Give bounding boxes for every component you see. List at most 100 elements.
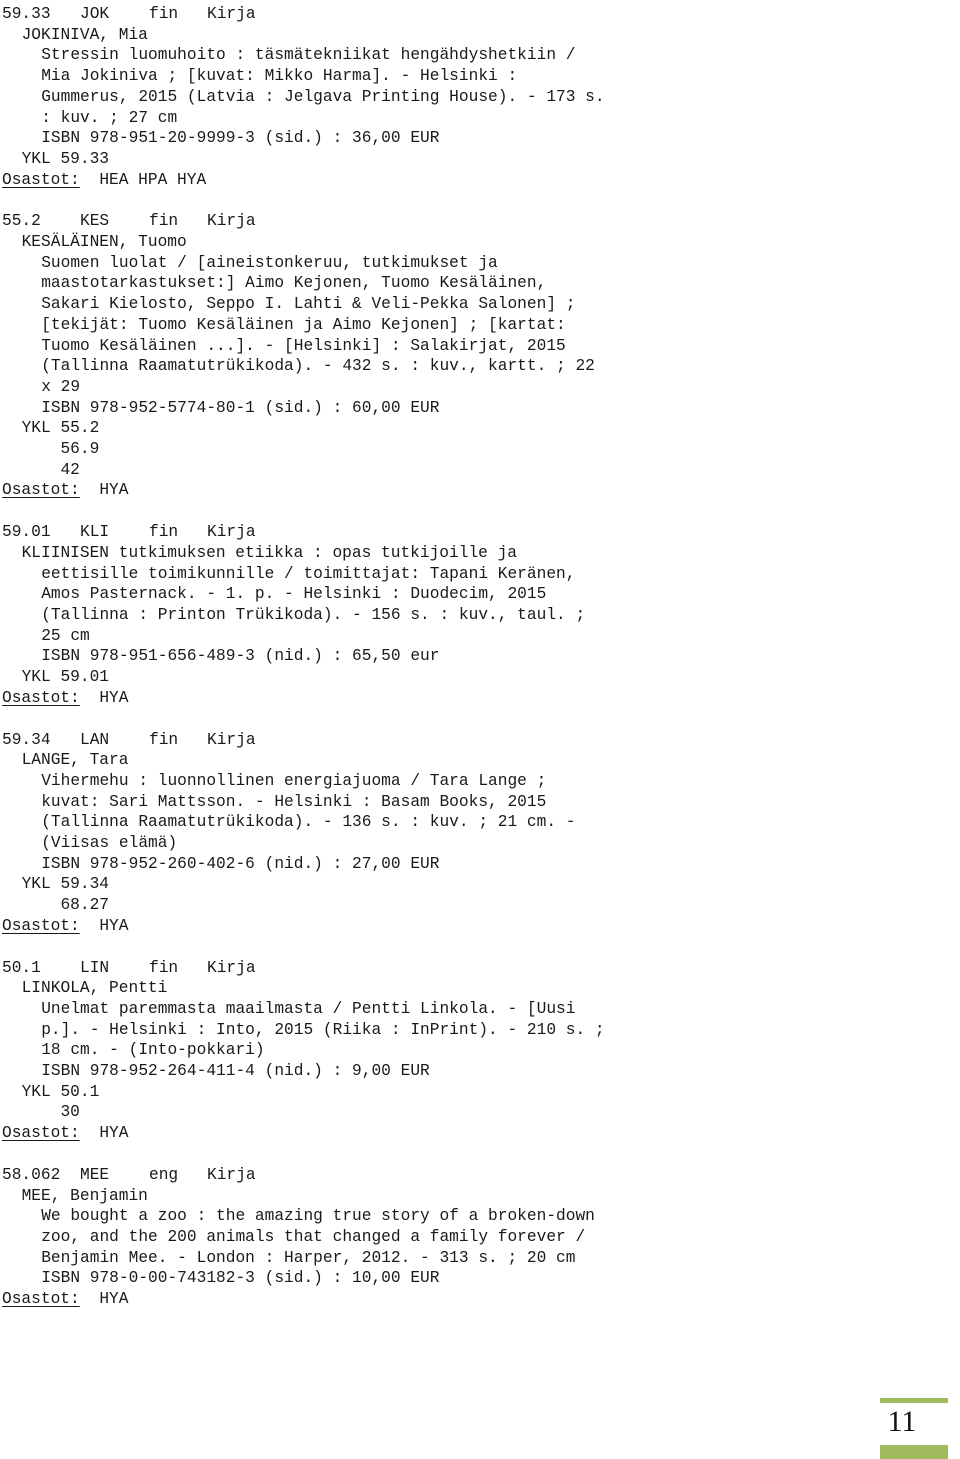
record-classification: 59.01	[2, 523, 51, 542]
record-cutter: MEE	[80, 1165, 110, 1184]
record-language: fin	[149, 5, 179, 23]
record-author: KLIINISEN tutkimuksen etiikka : opas tut…	[21, 543, 518, 562]
departments-values: HYA	[99, 1290, 129, 1309]
record-description-line: Vihermehu : luonnollinen energiajuoma / …	[41, 771, 547, 790]
departments-label: Osastot:	[2, 688, 80, 707]
departments-values: HYA	[99, 481, 129, 500]
record-language: eng	[149, 1165, 179, 1184]
record-description-line: Mia Jokiniva ; [kuvat: Mikko Harma]. - H…	[41, 67, 518, 86]
page-footer: 11	[856, 1389, 948, 1459]
departments-values: HYA	[99, 916, 129, 935]
record-ykl-line: 68.27	[21, 896, 110, 915]
footer-rule-top-bar	[880, 1398, 948, 1403]
record-header: 59.01 KLI fin Kirja	[2, 522, 960, 543]
departments-label: Osastot:	[2, 481, 80, 500]
record-description-line: (Tallinna Raamatutrükikoda). - 136 s. : …	[41, 813, 576, 832]
record-description-line: zoo, and the 200 animals that changed a …	[41, 1227, 586, 1246]
page-number: 11	[887, 1405, 917, 1438]
catalogue-record: 55.2 KES fin Kirja KESÄLÄINEN, Tuomo Suomen l…	[2, 211, 960, 501]
record-cutter: JOK	[80, 5, 110, 23]
record-material-type: Kirja	[207, 523, 256, 542]
record-language: fin	[149, 730, 179, 749]
record-author: MEE, Benjamin	[21, 1186, 148, 1205]
record-description-line: kuvat: Sari Mattsson. - Helsinki : Basam…	[41, 792, 547, 811]
catalogue-record: 50.1 LIN fin Kirja LINKOLA, Pentti Unelmat pa…	[2, 958, 960, 1144]
record-material-type: Kirja	[207, 5, 256, 23]
record-material-type: Kirja	[207, 730, 256, 749]
departments-label: Osastot:	[2, 170, 80, 189]
record-cutter: LAN	[80, 730, 110, 749]
record-description-line: [tekijät: Tuomo Kesäläinen ja Aimo Kejon…	[41, 315, 566, 334]
record-description-line: : kuv. ; 27 cm	[41, 108, 178, 127]
record-classification: 58.062	[2, 1165, 61, 1184]
record-cutter: KLI	[80, 523, 110, 542]
record-description-line: x 29	[41, 377, 81, 396]
departments-values: HYA	[99, 1124, 129, 1143]
departments-values: HYA	[99, 688, 129, 707]
catalogue-record: 59.01 KLI fin Kirja KLIINISEN tutkimuksen et…	[2, 522, 960, 708]
record-departments: Osastot: HYA	[2, 1289, 960, 1310]
record-description-line: ISBN 978-952-260-402-6 (nid.) : 27,00 EU…	[41, 854, 440, 873]
departments-label: Osastot:	[2, 1124, 80, 1143]
record-description-line: (Tallinna : Printon Trükikoda). - 156 s.…	[41, 605, 586, 624]
record-material-type: Kirja	[207, 958, 256, 977]
record-ykl-line: 30	[21, 1103, 80, 1122]
record-description-line: ISBN 978-0-00-743182-3 (sid.) : 10,00 EU…	[41, 1269, 440, 1288]
record-author: JOKINIVA, Mia	[21, 25, 148, 44]
catalogue-record: 58.062 MEE eng Kirja MEE, Benjamin We bought …	[2, 1165, 960, 1310]
record-language: fin	[149, 212, 179, 231]
page: 59.33 JOK fin Kirja JOKINIVA, Mia Stressin lu…	[0, 0, 960, 1459]
record-material-type: Kirja	[207, 1165, 256, 1184]
record-header: 58.062 MEE eng Kirja	[2, 1165, 960, 1186]
catalogue-record: 59.33 JOK fin Kirja JOKINIVA, Mia Stressin lu…	[2, 4, 960, 190]
record-material-type: Kirja	[207, 212, 256, 231]
departments-values: HEA HPA HYA	[99, 170, 207, 189]
record-classification: 59.33	[2, 5, 51, 23]
record-ykl-line: YKL 59.33	[21, 149, 110, 168]
record-description-line: ISBN 978-952-264-411-4 (nid.) : 9,00 EUR	[41, 1062, 430, 1081]
record-header: 59.34 LAN fin Kirja	[2, 730, 960, 751]
record-language: fin	[149, 523, 179, 542]
record-departments: Osastot: HYA	[2, 1123, 960, 1144]
record-description-line: Unelmat paremmasta maailmasta / Pentti L…	[41, 999, 576, 1018]
record-description-line: Stressin luomuhoito : täsmätekniikat hen…	[41, 46, 576, 65]
record-header: 55.2 KES fin Kirja	[2, 211, 960, 232]
record-departments: Osastot: HEA HPA HYA	[2, 170, 960, 191]
record-description-line: 25 cm	[41, 626, 90, 645]
record-description-line: Sakari Kielosto, Seppo I. Lahti & Veli-P…	[41, 295, 576, 314]
record-description-line: Benjamin Mee. - London : Harper, 2012. -…	[41, 1248, 576, 1267]
record-departments: Osastot: HYA	[2, 916, 960, 937]
record-cutter: KES	[80, 212, 110, 231]
record-description-line: maastotarkastukset:] Aimo Kejonen, Tuomo…	[41, 274, 547, 293]
departments-label: Osastot:	[2, 916, 80, 935]
record-ykl-line: 56.9	[21, 440, 100, 459]
record-description-line: eettisille toimikunnille / toimittajat: …	[41, 564, 576, 583]
record-classification: 50.1	[2, 958, 41, 977]
record-ykl-line: YKL 59.34	[21, 875, 110, 894]
catalogue-record: 59.34 LAN fin Kirja LANGE, Tara Vihermehu : l…	[2, 730, 960, 937]
record-header: 50.1 LIN fin Kirja	[2, 958, 960, 979]
record-description-line: (Viisas elämä)	[41, 834, 178, 853]
record-description-line: Suomen luolat / [aineistonkeruu, tutkimu…	[41, 253, 498, 272]
record-ykl-line: YKL 55.2	[21, 419, 100, 438]
record-classification: 55.2	[2, 212, 41, 231]
record-language: fin	[149, 958, 179, 977]
record-author: LANGE, Tara	[21, 751, 129, 770]
record-description-line: We bought a zoo : the amazing true story…	[41, 1207, 595, 1226]
record-ykl-line: YKL 59.01	[21, 668, 110, 687]
record-description-line: (Tallinna Raamatutrükikoda). - 432 s. : …	[41, 357, 595, 376]
record-ykl-line: YKL 50.1	[21, 1082, 100, 1101]
footer-accent-bottom-bar	[880, 1445, 948, 1459]
record-classification: 59.34	[2, 730, 51, 749]
record-cutter: LIN	[80, 958, 110, 977]
record-description-line: 18 cm. - (Into-pokkari)	[41, 1041, 265, 1060]
record-departments: Osastot: HYA	[2, 688, 960, 709]
departments-label: Osastot:	[2, 1290, 80, 1309]
record-list: 59.33 JOK fin Kirja JOKINIVA, Mia Stressin lu…	[2, 4, 960, 1310]
record-header: 59.33 JOK fin Kirja	[2, 4, 960, 25]
record-description-line: p.]. - Helsinki : Into, 2015 (Riika : In…	[41, 1020, 605, 1039]
record-description-line: ISBN 978-951-656-489-3 (nid.) : 65,50 eu…	[41, 647, 440, 666]
record-ykl-line: 42	[21, 460, 80, 479]
record-description-line: Tuomo Kesäläinen ...]. - [Helsinki] : Sa…	[41, 336, 566, 355]
record-description-line: ISBN 978-951-20-9999-3 (sid.) : 36,00 EU…	[41, 129, 440, 148]
